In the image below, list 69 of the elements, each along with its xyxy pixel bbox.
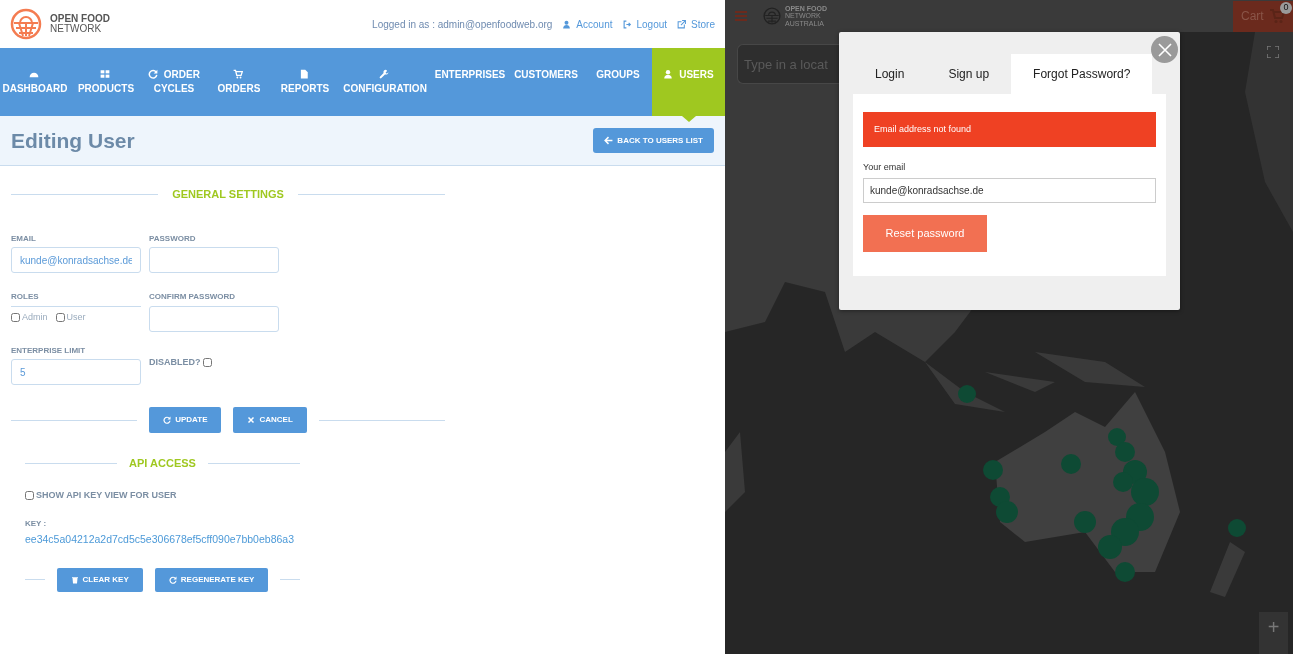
logged-in-text: Logged in as : admin@openfoodweb.org: [372, 17, 553, 32]
logo-text: NETWORK: [50, 24, 103, 35]
nav-tab[interactable]: ENTERPRISES: [432, 48, 508, 116]
reset-password-button[interactable]: Reset password: [863, 214, 987, 252]
nav-tab[interactable]: CUSTOMERS: [508, 48, 584, 116]
dialog-tab[interactable]: Login: [853, 54, 927, 94]
checkbox[interactable]: [55, 313, 65, 323]
external-link-icon: [677, 19, 687, 29]
header-link[interactable]: Store: [677, 16, 715, 32]
section-heading: API ACCESS: [129, 456, 196, 471]
field-label: EMAIL: [11, 232, 37, 245]
basket-logo-icon: [10, 8, 42, 40]
nav-tab[interactable]: GROUPS: [584, 48, 652, 116]
cart-count-badge: 0: [1280, 1, 1292, 14]
page-title: Editing User: [11, 127, 135, 154]
user-icon: [562, 19, 572, 29]
file-icon: [298, 69, 309, 79]
key-label: KEY :: [25, 517, 48, 530]
action-button[interactable]: CANCEL: [233, 407, 307, 433]
nav-tab[interactable]: CONFIGURATION: [338, 48, 432, 116]
field-label: ROLES: [11, 291, 141, 307]
refresh-icon: [163, 416, 172, 424]
field-label: PASSWORD: [149, 232, 197, 245]
dialog-tab[interactable]: Forgot Password?: [1011, 54, 1153, 94]
basket-logo-icon: [763, 7, 781, 25]
cart-icon: [1267, 8, 1286, 24]
fullscreen-icon: [1267, 46, 1279, 58]
role-checkbox[interactable]: Admin: [11, 311, 48, 325]
password-field[interactable]: [149, 247, 279, 273]
nav-tab[interactable]: ORDER CYCLES: [142, 48, 206, 116]
nav-tab[interactable]: DASHBOARD: [0, 48, 70, 116]
confirm-password-field[interactable]: [149, 305, 279, 332]
action-button[interactable]: CLEAR KEY: [56, 567, 143, 592]
action-button[interactable]: REGENERATE KEY: [154, 567, 269, 592]
zoom-in-button[interactable]: +: [1259, 612, 1288, 654]
refresh-icon: [168, 575, 177, 584]
checkbox[interactable]: [202, 357, 212, 367]
nav-tab[interactable]: PRODUCTS: [70, 48, 142, 116]
field-label: Your email: [863, 161, 907, 174]
nav-tab[interactable]: ORDERS: [206, 48, 272, 116]
section-heading: GENERAL SETTINGS: [172, 187, 284, 202]
nav-tab[interactable]: REPORTS: [272, 48, 338, 116]
checkbox[interactable]: [25, 490, 34, 500]
api-key-text: ee34c5a04212a2d7cd5c5e306678ef5cff090e7bb0eb86a3: [25, 531, 295, 547]
field-label: CONFIRM PASSWORD: [149, 291, 237, 303]
error-alert: Email address not found: [863, 112, 1156, 147]
refresh-icon: [148, 69, 159, 79]
show-api-key-checkbox[interactable]: SHOW API KEY VIEW FOR USER: [25, 488, 177, 502]
close-button[interactable]: [1151, 36, 1178, 63]
close-icon: [1157, 42, 1172, 57]
cart-icon: [232, 69, 243, 79]
email-field[interactable]: kunde@konradsachse.de: [863, 177, 1156, 203]
trash-icon: [70, 575, 79, 584]
back-button[interactable]: BACK TO USERS LIST: [593, 128, 714, 153]
header-link[interactable]: Logout: [622, 16, 668, 32]
dialog-tab[interactable]: Sign up: [926, 54, 1012, 94]
arrow-left-icon: [604, 136, 614, 145]
checkbox[interactable]: [11, 313, 20, 323]
grid-icon: [99, 69, 110, 79]
logo-text: OPEN FOOD: [50, 13, 110, 24]
wrench-icon: [378, 69, 389, 79]
logout-icon: [622, 19, 632, 29]
user-icon: [663, 69, 674, 79]
header-link[interactable]: Account: [562, 16, 613, 32]
role-checkbox[interactable]: User: [55, 311, 86, 325]
close-icon: [247, 416, 256, 424]
enterprise-limit-field[interactable]: 5: [11, 359, 141, 385]
action-button[interactable]: UPDATE: [149, 407, 222, 433]
field-label: ENTERPRISE LIMIT: [11, 344, 87, 357]
